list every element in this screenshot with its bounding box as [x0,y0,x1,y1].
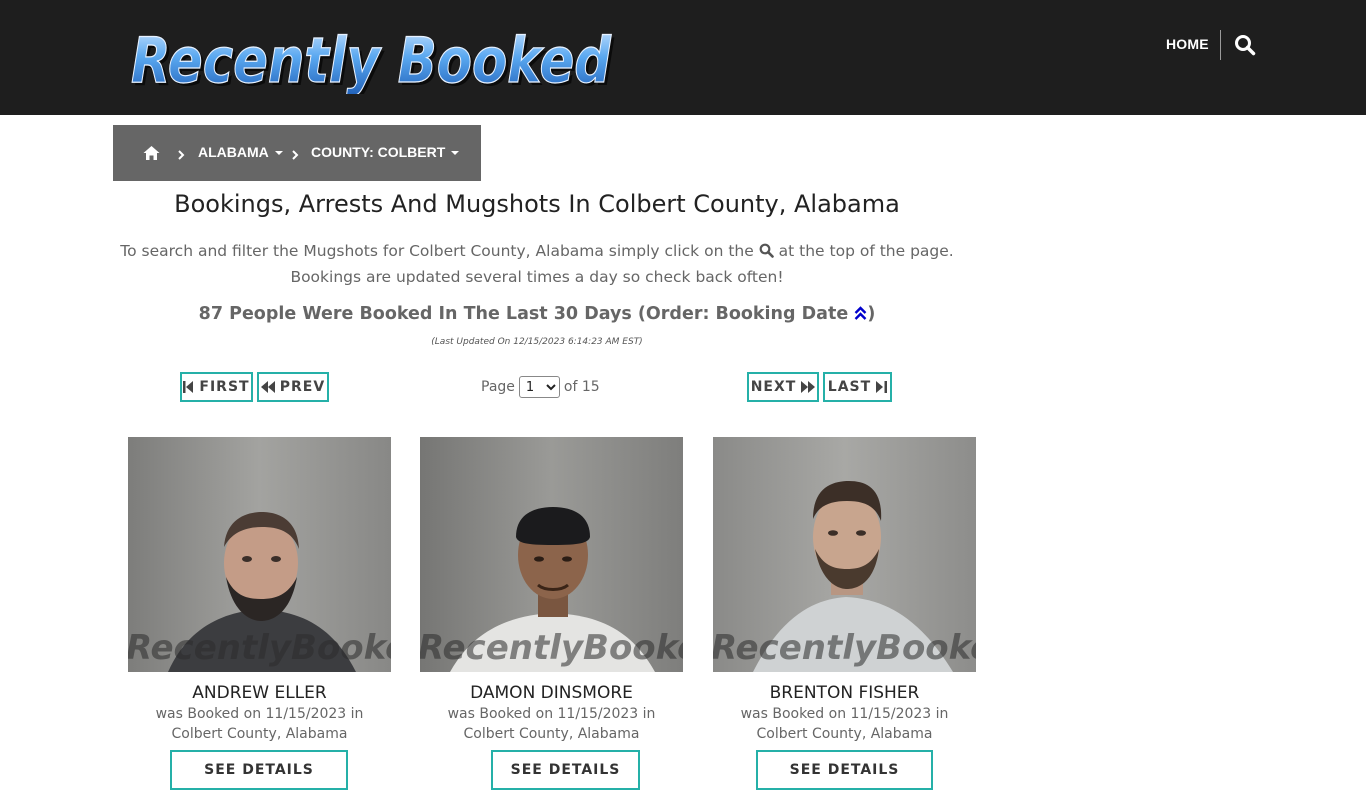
booked-date: was Booked on 11/15/2023 in [447,706,656,722]
search-icon[interactable] [1234,34,1256,56]
home-icon[interactable] [143,145,160,161]
booking-count-close: ) [867,304,876,324]
logo-text: Recently Booked [131,24,612,94]
prev-page-label: PREV [279,379,326,395]
skip-end-icon [876,381,888,393]
see-details-button[interactable]: SEE DETAILS [756,750,933,790]
page-selector: Page 1 of 15 [481,376,600,398]
page-total: of 15 [563,379,600,395]
site-logo[interactable]: Recently Booked Recently Booked [127,18,617,94]
page-label: Page [481,379,515,395]
booked-location: Colbert County, Alabama [463,726,640,742]
booking-info: was Booked on 11/15/2023 in Colbert Count… [713,704,976,744]
booking-count: 87 People Were Booked In The Last 30 Day… [113,304,961,324]
watermark-text: RecentlyBooked.com [128,628,391,668]
booked-location: Colbert County, Alabama [171,726,348,742]
next-page-button[interactable]: NEXT [747,372,819,402]
booked-date: was Booked on 11/15/2023 in [740,706,949,722]
breadcrumb-state-label: ALABAMA [198,144,269,160]
person-name[interactable]: ANDREW ELLER [128,683,391,703]
last-updated: (Last Updated On 12/15/2023 6:14:23 AM E… [431,337,643,347]
chevron-right-icon [177,146,185,160]
mugshot-photo[interactable]: RecentlyBooked.com [420,437,683,672]
booked-date: was Booked on 11/15/2023 in [155,706,364,722]
site-header: Recently Booked Recently Booked HOME [0,0,1366,115]
skip-start-icon [183,381,194,393]
first-page-button[interactable]: FIRST [180,372,253,402]
sort-ascending-icon[interactable] [854,305,867,321]
intro-line2: Bookings are updated several times a day… [290,268,784,286]
booking-info: was Booked on 11/15/2023 in Colbert Count… [128,704,391,744]
chevron-right-icon [291,146,299,160]
search-icon [759,240,774,258]
mugshot-photo[interactable]: RecentlyBooked.com [713,437,976,672]
person-name[interactable]: DAMON DINSMORE [420,683,683,703]
mugshot-photo[interactable]: RecentlyBooked.com [128,437,391,672]
caret-down-icon [451,151,460,156]
rewind-icon [260,381,275,393]
fast-forward-icon [801,381,816,393]
watermark-text: RecentlyBooked.com [713,628,976,668]
see-details-button[interactable]: SEE DETAILS [170,750,348,790]
see-details-button[interactable]: SEE DETAILS [491,750,640,790]
page-title: Bookings, Arrests And Mugshots In Colber… [174,190,900,218]
first-page-label: FIRST [199,379,250,395]
watermark-text: RecentlyBooked.com [420,628,683,668]
intro-part1: To search and filter the Mugshots for Co… [120,242,754,260]
booked-location: Colbert County, Alabama [756,726,933,742]
last-page-button[interactable]: LAST [823,372,892,402]
page-select[interactable]: 1 [518,376,560,398]
breadcrumb: ALABAMA COUNTY: COLBERT [113,125,481,181]
breadcrumb-county-label: COUNTY: COLBERT [311,144,446,160]
nav-divider [1220,30,1221,60]
intro-part2: at the top of the page. [778,242,954,260]
booking-info: was Booked on 11/15/2023 in Colbert Count… [420,704,683,744]
person-name[interactable]: BRENTON FISHER [713,683,976,703]
booking-count-text: 87 People Were Booked In The Last 30 Day… [198,304,849,324]
breadcrumb-county-dropdown[interactable]: COUNTY: COLBERT [311,144,460,160]
last-page-label: LAST [827,379,872,395]
intro-text: To search and filter the Mugshots for Co… [113,238,961,290]
caret-down-icon [274,151,283,156]
breadcrumb-state-dropdown[interactable]: ALABAMA [198,144,283,160]
prev-page-button[interactable]: PREV [257,372,329,402]
next-page-label: NEXT [750,379,797,395]
nav-home-link[interactable]: HOME [1166,36,1209,52]
